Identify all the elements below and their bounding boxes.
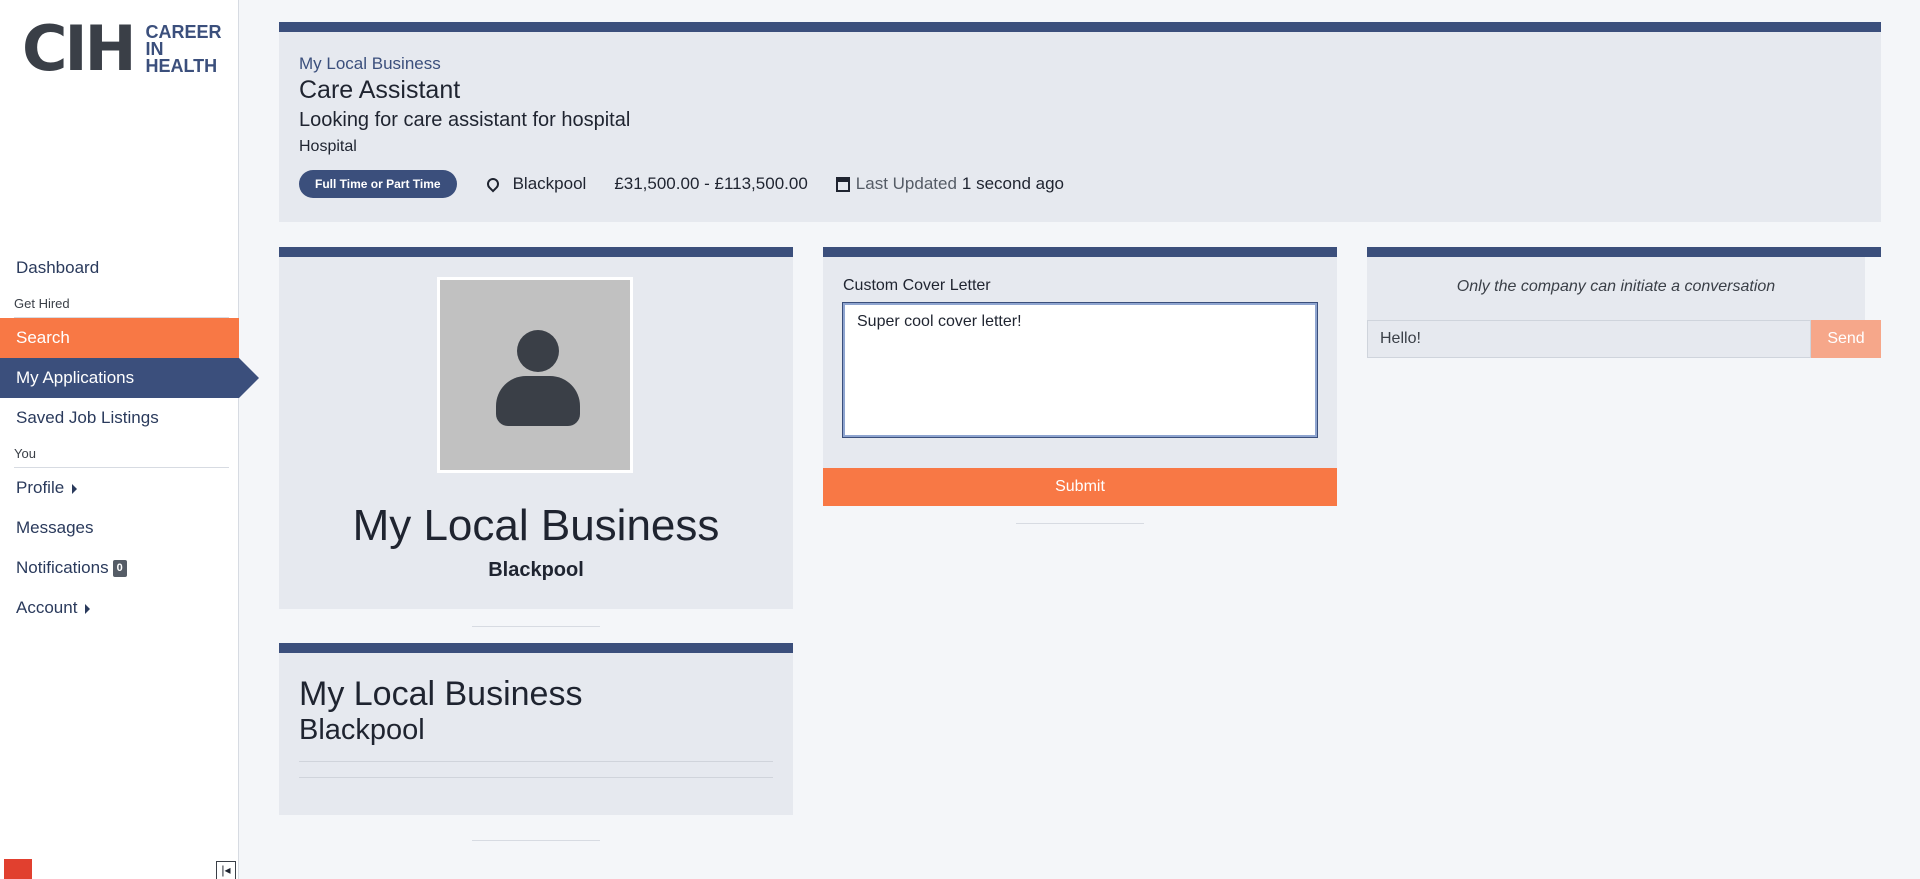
job-category: Hospital (299, 138, 357, 155)
sidebar-item-dashboard[interactable]: Dashboard (0, 248, 239, 288)
job-company-link[interactable]: My Local Business (299, 54, 1861, 74)
job-location: Blackpool (512, 174, 587, 193)
job-meta-row: Full Time or Part Time Blackpool £31,500… (299, 170, 1861, 198)
logo-text: CAREER IN HEALTH (145, 21, 222, 76)
logo-line-career: CAREER (145, 21, 222, 42)
last-updated-label: Last Updated (855, 174, 957, 193)
send-button[interactable]: Send (1811, 320, 1881, 358)
card-divider (472, 626, 600, 627)
logo-line-in: IN (145, 38, 164, 59)
user-silhouette-head-icon (517, 330, 559, 372)
sidebar-item-account[interactable]: Account (0, 588, 239, 628)
company-info-location: Blackpool (299, 714, 425, 746)
company-info-card: My Local Business Blackpool (279, 643, 793, 815)
submit-button[interactable]: Submit (823, 468, 1337, 506)
employment-type-badge: Full Time or Part Time (299, 170, 457, 198)
sidebar-item-profile[interactable]: Profile (0, 468, 239, 508)
last-updated-value: 1 second ago (961, 174, 1065, 193)
sidebar-item-messages[interactable]: Messages (0, 508, 239, 548)
message-input[interactable] (1367, 320, 1811, 358)
conversation-note: Only the company can initiate a conversa… (1367, 257, 1865, 320)
logo-line-health: HEALTH (145, 55, 218, 76)
sidebar-item-saved-job-listings[interactable]: Saved Job Listings (0, 398, 239, 438)
job-header-card: My Local Business Care Assistant Looking… (279, 22, 1881, 222)
section-you: You (14, 442, 229, 468)
notifications-count-badge: 0 (112, 560, 127, 578)
profile-label: Profile (16, 478, 65, 497)
conversation-card: Only the company can initiate a conversa… (1367, 247, 1881, 362)
cover-letter-textarea[interactable] (842, 302, 1318, 438)
app-corner-icon[interactable] (4, 859, 32, 879)
sidebar-item-search[interactable]: Search (0, 318, 239, 358)
cih-logo[interactable]: CIH CAREER IN HEALTH (22, 18, 221, 80)
info-dividers (299, 761, 773, 778)
company-avatar (437, 277, 633, 473)
user-silhouette-body-icon (496, 376, 580, 426)
account-label: Account (16, 598, 78, 617)
sidebar: CIH CAREER IN HEALTH Dashboard Get Hired… (0, 0, 259, 879)
company-name: My Local Business (352, 501, 720, 550)
section-get-hired: Get Hired (14, 292, 229, 318)
logo-mark: CIH (22, 12, 136, 85)
caret-right-icon (72, 483, 78, 494)
calendar-icon (835, 176, 850, 192)
sidebar-item-my-applications[interactable]: My Applications (0, 358, 259, 398)
collapse-sidebar-icon[interactable]: |◂ (216, 861, 236, 879)
sidebar-item-notifications[interactable]: Notifications 0 (0, 548, 239, 588)
notifications-label: Notifications (16, 558, 109, 577)
message-input-row: Send (1367, 320, 1881, 358)
cover-letter-label: Custom Cover Letter (843, 277, 991, 294)
sidebar-nav: Dashboard Get Hired Search My Applicatio… (0, 248, 259, 628)
company-card: My Local Business Blackpool (279, 247, 793, 609)
card-divider (1016, 523, 1144, 524)
job-title: Care Assistant (299, 76, 461, 104)
caret-right-icon (85, 603, 91, 614)
card-divider (472, 840, 600, 841)
map-pin-icon (484, 175, 502, 193)
company-info-name: My Local Business (299, 675, 583, 713)
cover-letter-card: Custom Cover Letter Submit (823, 247, 1337, 506)
job-salary: £31,500.00 - £113,500.00 (614, 174, 808, 193)
company-location: Blackpool (488, 559, 584, 581)
job-subtitle: Looking for care assistant for hospital (299, 109, 631, 131)
